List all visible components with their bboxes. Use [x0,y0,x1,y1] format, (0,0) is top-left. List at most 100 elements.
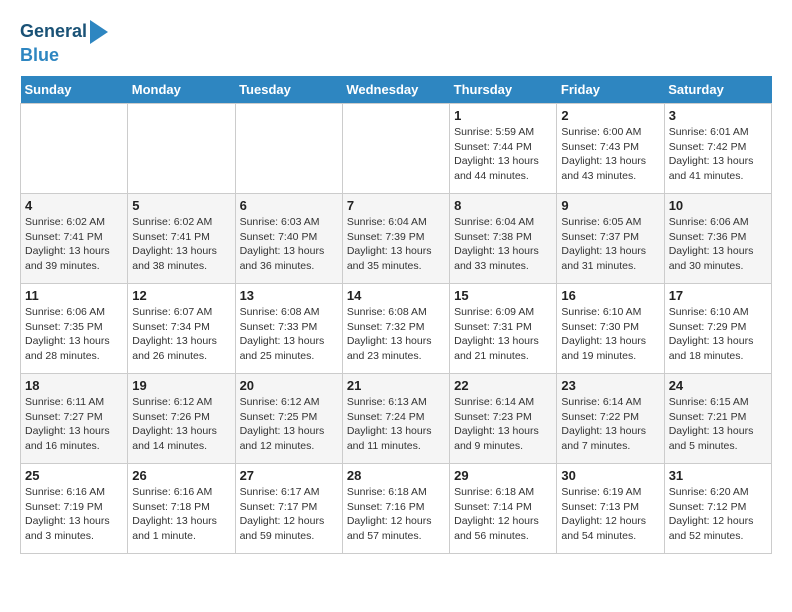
calendar-cell: 27 Sunrise: 6:17 AMSunset: 7:17 PMDayligh… [235,464,342,554]
calendar-cell: 26 Sunrise: 6:16 AMSunset: 7:18 PMDayligh… [128,464,235,554]
calendar-cell [342,104,449,194]
day-number: 4 [25,198,123,213]
day-info: Sunrise: 6:06 AMSunset: 7:35 PMDaylight:… [25,305,123,364]
calendar-cell: 7 Sunrise: 6:04 AMSunset: 7:39 PMDaylight… [342,194,449,284]
day-info: Sunrise: 6:15 AMSunset: 7:21 PMDaylight:… [669,395,767,454]
day-info: Sunrise: 6:03 AMSunset: 7:40 PMDaylight:… [240,215,338,274]
day-number: 26 [132,468,230,483]
day-info: Sunrise: 6:12 AMSunset: 7:25 PMDaylight:… [240,395,338,454]
calendar-cell: 19 Sunrise: 6:12 AMSunset: 7:26 PMDayligh… [128,374,235,464]
calendar-cell: 29 Sunrise: 6:18 AMSunset: 7:14 PMDayligh… [450,464,557,554]
calendar-cell: 21 Sunrise: 6:13 AMSunset: 7:24 PMDayligh… [342,374,449,464]
day-info: Sunrise: 6:09 AMSunset: 7:31 PMDaylight:… [454,305,552,364]
day-number: 15 [454,288,552,303]
day-number: 19 [132,378,230,393]
calendar-cell: 28 Sunrise: 6:18 AMSunset: 7:16 PMDayligh… [342,464,449,554]
logo: General Blue [20,20,108,66]
calendar-header-monday: Monday [128,76,235,104]
day-number: 24 [669,378,767,393]
calendar-cell: 11Sunrise: 6:06 AMSunset: 7:35 PMDayligh… [21,284,128,374]
calendar-cell: 30 Sunrise: 6:19 AMSunset: 7:13 PMDayligh… [557,464,664,554]
calendar-cell: 25Sunrise: 6:16 AMSunset: 7:19 PMDayligh… [21,464,128,554]
calendar-cell: 20 Sunrise: 6:12 AMSunset: 7:25 PMDayligh… [235,374,342,464]
day-number: 28 [347,468,445,483]
calendar-cell: 2 Sunrise: 6:00 AMSunset: 7:43 PMDaylight… [557,104,664,194]
day-info: Sunrise: 6:20 AMSunset: 7:12 PMDaylight:… [669,485,767,544]
calendar-cell: 24 Sunrise: 6:15 AMSunset: 7:21 PMDayligh… [664,374,771,464]
day-info: Sunrise: 6:02 AMSunset: 7:41 PMDaylight:… [25,215,123,274]
day-info: Sunrise: 6:07 AMSunset: 7:34 PMDaylight:… [132,305,230,364]
day-number: 1 [454,108,552,123]
day-info: Sunrise: 6:04 AMSunset: 7:39 PMDaylight:… [347,215,445,274]
day-info: Sunrise: 6:18 AMSunset: 7:16 PMDaylight:… [347,485,445,544]
calendar-table: SundayMondayTuesdayWednesdayThursdayFrid… [20,76,772,554]
page-header: General Blue [20,20,772,66]
day-info: Sunrise: 6:14 AMSunset: 7:23 PMDaylight:… [454,395,552,454]
calendar-cell: 22 Sunrise: 6:14 AMSunset: 7:23 PMDayligh… [450,374,557,464]
calendar-cell: 4 Sunrise: 6:02 AMSunset: 7:41 PMDaylight… [21,194,128,284]
calendar-week-3: 11Sunrise: 6:06 AMSunset: 7:35 PMDayligh… [21,284,772,374]
calendar-cell: 13Sunrise: 6:08 AMSunset: 7:33 PMDayligh… [235,284,342,374]
calendar-week-2: 4 Sunrise: 6:02 AMSunset: 7:41 PMDaylight… [21,194,772,284]
calendar-cell [21,104,128,194]
day-number: 6 [240,198,338,213]
day-info: Sunrise: 6:19 AMSunset: 7:13 PMDaylight:… [561,485,659,544]
calendar-week-4: 18 Sunrise: 6:11 AMSunset: 7:27 PMDayligh… [21,374,772,464]
day-info: Sunrise: 6:14 AMSunset: 7:22 PMDaylight:… [561,395,659,454]
calendar-header-thursday: Thursday [450,76,557,104]
day-info: Sunrise: 6:16 AMSunset: 7:18 PMDaylight:… [132,485,230,544]
day-number: 12 [132,288,230,303]
calendar-week-1: 1 Sunrise: 5:59 AMSunset: 7:44 PMDaylight… [21,104,772,194]
day-info: Sunrise: 6:16 AMSunset: 7:19 PMDaylight:… [25,485,123,544]
calendar-cell: 9 Sunrise: 6:05 AMSunset: 7:37 PMDaylight… [557,194,664,284]
day-number: 14 [347,288,445,303]
calendar-header-sunday: Sunday [21,76,128,104]
day-number: 9 [561,198,659,213]
calendar-header-saturday: Saturday [664,76,771,104]
calendar-header-row: SundayMondayTuesdayWednesdayThursdayFrid… [21,76,772,104]
day-info: Sunrise: 6:01 AMSunset: 7:42 PMDaylight:… [669,125,767,184]
day-info: Sunrise: 6:12 AMSunset: 7:26 PMDaylight:… [132,395,230,454]
day-info: Sunrise: 6:04 AMSunset: 7:38 PMDaylight:… [454,215,552,274]
day-number: 21 [347,378,445,393]
logo-text: General [20,22,87,42]
day-number: 31 [669,468,767,483]
calendar-cell: 15 Sunrise: 6:09 AMSunset: 7:31 PMDayligh… [450,284,557,374]
day-info: Sunrise: 6:00 AMSunset: 7:43 PMDaylight:… [561,125,659,184]
day-number: 3 [669,108,767,123]
calendar-cell: 6 Sunrise: 6:03 AMSunset: 7:40 PMDaylight… [235,194,342,284]
day-info: Sunrise: 6:06 AMSunset: 7:36 PMDaylight:… [669,215,767,274]
day-info: Sunrise: 6:11 AMSunset: 7:27 PMDaylight:… [25,395,123,454]
logo-blue-text: Blue [20,45,59,66]
day-number: 29 [454,468,552,483]
day-number: 27 [240,468,338,483]
day-info: Sunrise: 5:59 AMSunset: 7:44 PMDaylight:… [454,125,552,184]
calendar-week-5: 25Sunrise: 6:16 AMSunset: 7:19 PMDayligh… [21,464,772,554]
day-info: Sunrise: 6:10 AMSunset: 7:30 PMDaylight:… [561,305,659,364]
calendar-header-wednesday: Wednesday [342,76,449,104]
day-number: 5 [132,198,230,213]
calendar-cell: 31 Sunrise: 6:20 AMSunset: 7:12 PMDayligh… [664,464,771,554]
calendar-cell: 14Sunrise: 6:08 AMSunset: 7:32 PMDayligh… [342,284,449,374]
day-number: 30 [561,468,659,483]
calendar-header-tuesday: Tuesday [235,76,342,104]
day-info: Sunrise: 6:05 AMSunset: 7:37 PMDaylight:… [561,215,659,274]
day-number: 18 [25,378,123,393]
day-info: Sunrise: 6:18 AMSunset: 7:14 PMDaylight:… [454,485,552,544]
calendar-cell [128,104,235,194]
calendar-cell: 8Sunrise: 6:04 AMSunset: 7:38 PMDaylight… [450,194,557,284]
day-number: 20 [240,378,338,393]
calendar-cell: 5 Sunrise: 6:02 AMSunset: 7:41 PMDaylight… [128,194,235,284]
day-number: 2 [561,108,659,123]
day-number: 7 [347,198,445,213]
day-info: Sunrise: 6:02 AMSunset: 7:41 PMDaylight:… [132,215,230,274]
day-number: 13 [240,288,338,303]
day-info: Sunrise: 6:13 AMSunset: 7:24 PMDaylight:… [347,395,445,454]
day-number: 22 [454,378,552,393]
calendar-header-friday: Friday [557,76,664,104]
day-number: 10 [669,198,767,213]
day-info: Sunrise: 6:17 AMSunset: 7:17 PMDaylight:… [240,485,338,544]
calendar-cell: 17Sunrise: 6:10 AMSunset: 7:29 PMDayligh… [664,284,771,374]
calendar-cell: 18 Sunrise: 6:11 AMSunset: 7:27 PMDayligh… [21,374,128,464]
day-number: 17 [669,288,767,303]
